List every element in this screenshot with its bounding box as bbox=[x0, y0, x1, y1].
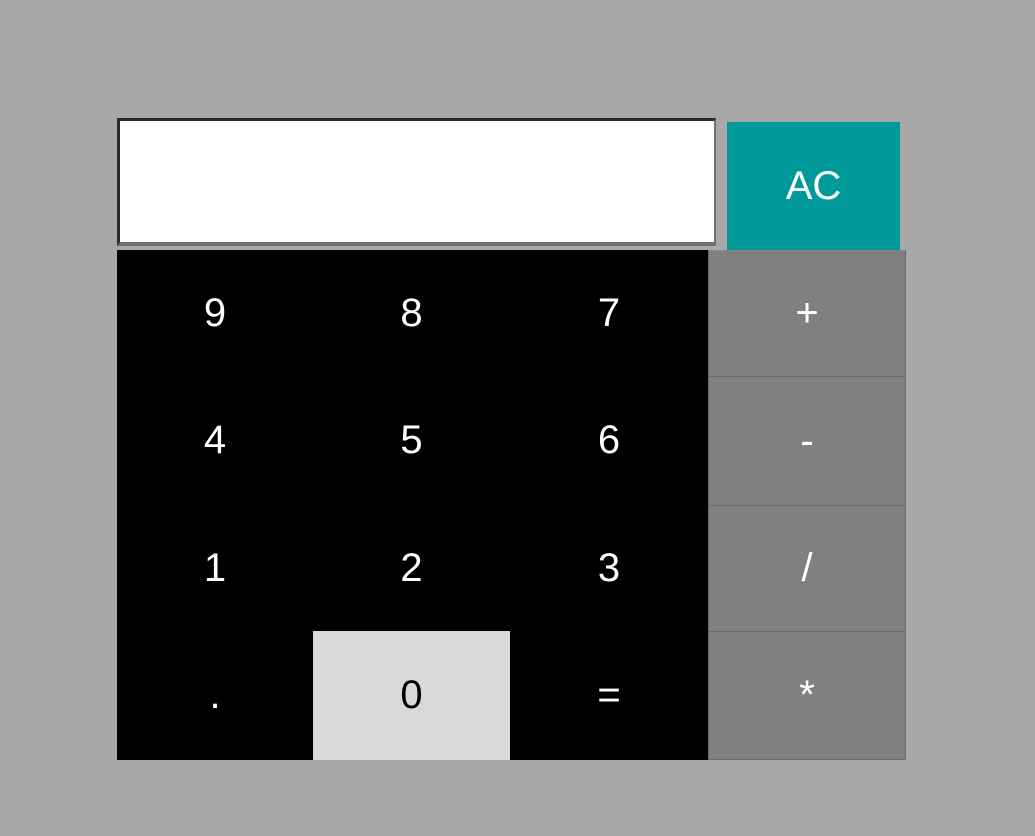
key-1[interactable]: 1 bbox=[117, 505, 313, 631]
key-9[interactable]: 9 bbox=[117, 250, 313, 376]
display-input[interactable] bbox=[117, 118, 716, 246]
calculator: AC 9 8 7 + 4 5 6 - 1 2 3 / . 0 = * bbox=[117, 118, 906, 760]
key-equals[interactable]: = bbox=[510, 631, 708, 760]
key-add[interactable]: + bbox=[708, 250, 906, 376]
key-4[interactable]: 4 bbox=[117, 376, 313, 505]
key-0[interactable]: 0 bbox=[313, 631, 510, 760]
key-multiply[interactable]: * bbox=[708, 631, 906, 760]
key-3[interactable]: 3 bbox=[510, 505, 708, 631]
keypad: 9 8 7 + 4 5 6 - 1 2 3 / . 0 = * bbox=[117, 250, 906, 760]
key-6[interactable]: 6 bbox=[510, 376, 708, 505]
key-2[interactable]: 2 bbox=[313, 505, 510, 631]
key-8[interactable]: 8 bbox=[313, 250, 510, 376]
all-clear-button[interactable]: AC bbox=[727, 122, 900, 250]
key-7[interactable]: 7 bbox=[510, 250, 708, 376]
key-divide[interactable]: / bbox=[708, 505, 906, 631]
key-5[interactable]: 5 bbox=[313, 376, 510, 505]
key-subtract[interactable]: - bbox=[708, 376, 906, 505]
key-decimal[interactable]: . bbox=[117, 631, 313, 760]
